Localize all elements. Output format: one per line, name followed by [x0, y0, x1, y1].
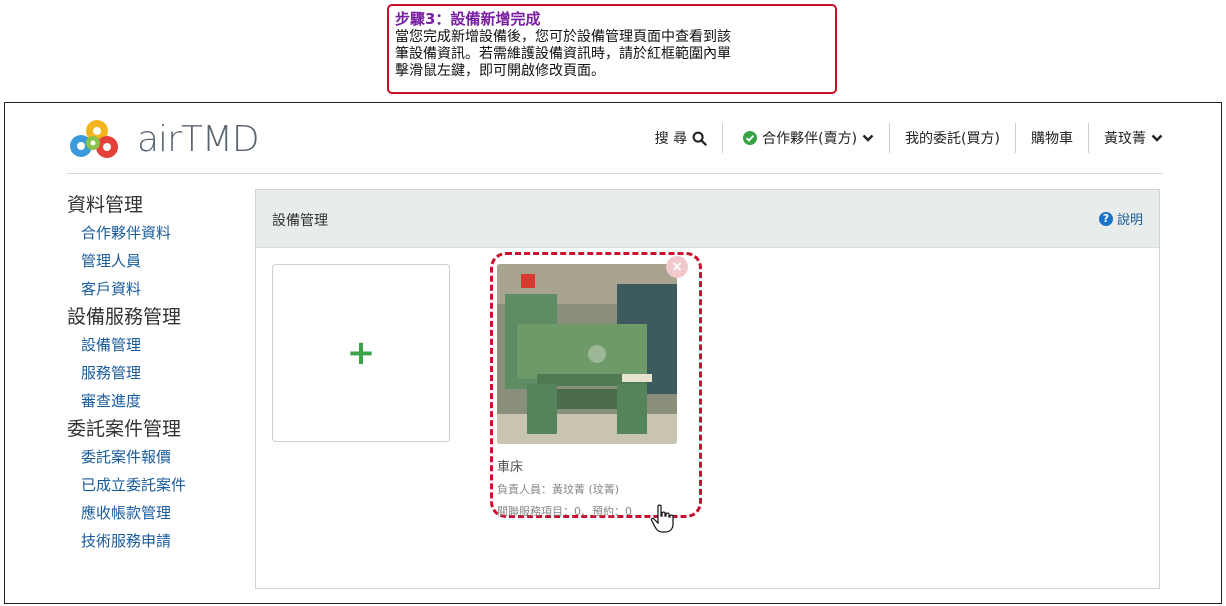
sidebar-item-established-cases[interactable]: 已成立委託案件: [67, 471, 247, 499]
delete-icon[interactable]: ×: [666, 256, 688, 278]
sidebar-item-receivables[interactable]: 應收帳款管理: [67, 499, 247, 527]
callout-line: 筆設備資訊。若需維護設備資訊時，請於紅框範圍內單: [395, 46, 731, 62]
callout-line: 擊滑鼠左鍵，即可開啟修改頁面。: [395, 63, 605, 79]
user-name: 黃玟菁: [1104, 131, 1146, 147]
equipment-panel: 設備管理 ? 說明 + × 車床 負責人員：黃玟菁 (玟菁) 關聯服務項目：0、…: [255, 189, 1160, 589]
sidebar-item-managers[interactable]: 管理人員: [67, 247, 247, 275]
sidebar-group-equipment-service: 設備服務管理: [67, 306, 182, 328]
logo[interactable]: airTMD: [67, 115, 267, 165]
lathe-image: [497, 264, 677, 444]
sidebar-item-partner-data[interactable]: 合作夥伴資料: [67, 219, 247, 247]
callout-body: 當您完成新增設備後，您可於設備管理頁面中查看到該 筆設備資訊。若需維護設備資訊時…: [395, 29, 829, 80]
help-link[interactable]: ? 說明: [1098, 209, 1143, 228]
sidebar-group-data: 資料管理: [67, 194, 144, 216]
chevron-down-icon: [862, 134, 874, 142]
top-nav: 搜 尋 合作夥伴(賣方) 我的委託(買方) 購物車 黃玟菁: [640, 121, 1163, 155]
callout-line: 當您完成新增設備後，您可於設備管理頁面中查看到該: [395, 29, 731, 45]
sidebar-item-tech-service[interactable]: 技術服務申請: [67, 527, 247, 555]
cart-link[interactable]: 購物車: [1016, 121, 1088, 155]
sidebar-group-commission: 委託案件管理: [67, 418, 182, 440]
user-menu[interactable]: 黃玟菁: [1089, 121, 1163, 155]
help-label: 說明: [1116, 213, 1143, 228]
gears-logo-icon: [70, 120, 118, 158]
add-equipment-button[interactable]: +: [272, 264, 450, 442]
header-divider: [67, 173, 1163, 174]
equipment-owner: 負責人員：黃玟菁 (玟菁): [497, 483, 620, 496]
chevron-down-icon: [1151, 134, 1163, 142]
cart-label: 購物車: [1031, 131, 1073, 147]
my-commission-label: 我的委託(買方): [905, 131, 1000, 147]
search-icon: [692, 131, 707, 146]
sidebar-item-equipment[interactable]: 設備管理: [67, 331, 247, 359]
instruction-callout: 步驟3：設備新增完成 當您完成新增設備後，您可於設備管理頁面中查看到該 筆設備資…: [387, 4, 837, 94]
logo-text: airTMD: [137, 119, 260, 160]
app-window: airTMD 搜 尋 合作夥伴(賣方) 我的委託(買方) 購物車 黃玟菁 資料管…: [4, 102, 1222, 604]
sidebar-item-services[interactable]: 服務管理: [67, 359, 247, 387]
equipment-card[interactable]: × 車床 負責人員：黃玟菁 (玟菁) 關聯服務項目：0、預約：0: [497, 256, 688, 519]
sidebar-item-customers[interactable]: 客戶資料: [67, 275, 247, 303]
hand-pointer-icon: [650, 504, 674, 533]
equipment-photo[interactable]: [497, 264, 677, 444]
plus-icon: +: [346, 333, 376, 373]
question-icon: ?: [1098, 211, 1113, 226]
search-label: 搜 尋: [654, 131, 688, 147]
sidebar-item-review-progress[interactable]: 審查進度: [67, 387, 247, 415]
partner-menu[interactable]: 合作夥伴(賣方): [723, 121, 889, 155]
sidebar-item-quotes[interactable]: 委託案件報價: [67, 443, 247, 471]
search-button[interactable]: 搜 尋: [640, 121, 722, 155]
panel-header: 設備管理 ? 說明: [256, 190, 1159, 248]
sidebar: 資料管理 合作夥伴資料 管理人員 客戶資料 設備服務管理 設備管理 服務管理 審…: [67, 191, 247, 555]
page-title: 設備管理: [272, 213, 328, 229]
check-circle-icon: [743, 131, 758, 145]
partner-menu-label: 合作夥伴(賣方): [762, 131, 858, 147]
callout-title: 步驟3：設備新增完成: [395, 10, 541, 28]
equipment-name: 車床: [497, 460, 524, 475]
my-commission-link[interactable]: 我的委託(買方): [890, 121, 1015, 155]
